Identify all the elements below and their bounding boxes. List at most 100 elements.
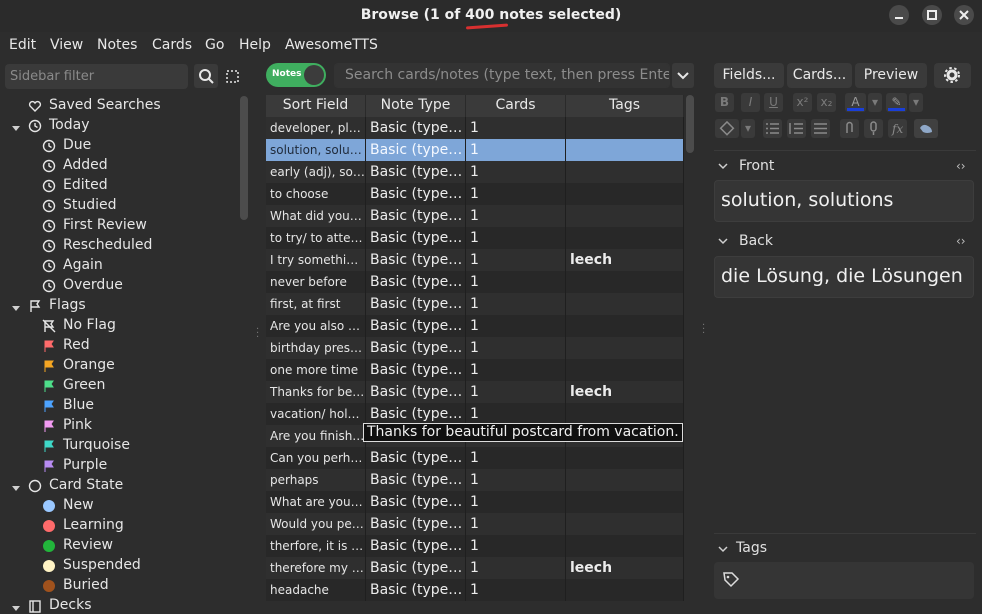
table-row[interactable]: I try something... Basic (type ... 1 leech (266, 249, 684, 271)
sidebar-item-card-state[interactable]: Card State (0, 476, 240, 496)
superscript-button[interactable]: x² (793, 93, 812, 112)
tags-editor[interactable] (714, 562, 974, 599)
column-cards[interactable]: Cards (466, 95, 566, 117)
highlight-dropdown[interactable]: ▾ (909, 93, 923, 112)
menu-edit[interactable]: Edit (9, 37, 36, 53)
editor-settings-button[interactable] (934, 63, 971, 88)
chevron-down-icon[interactable] (11, 481, 21, 491)
menu-cards[interactable]: Cards (152, 37, 192, 53)
sidebar-item-overdue[interactable]: Overdue (0, 276, 240, 296)
table-row[interactable]: first, at first Basic (type ... 1 (266, 293, 684, 315)
table-row[interactable]: never before Basic (type ... 1 (266, 271, 684, 293)
sidebar-item-rescheduled[interactable]: Rescheduled (0, 236, 240, 256)
table-row[interactable]: Would you per... Basic (type ... 1 (266, 513, 684, 535)
column-note-type[interactable]: Note Type (366, 95, 466, 117)
sidebar-item-green[interactable]: Green (0, 376, 240, 396)
chevron-down-icon[interactable] (718, 236, 728, 249)
code-icon[interactable]: ‹› (956, 159, 966, 173)
sidebar-item-edited[interactable]: Edited (0, 176, 240, 196)
record-audio-button[interactable] (864, 119, 883, 138)
sidebar-item-learning[interactable]: Learning (0, 516, 240, 536)
back-field-editor[interactable]: die Lösung, die Lösungen (714, 256, 974, 298)
table-row[interactable]: therefore my m... Basic (type ... 1 leech (266, 557, 684, 579)
sidebar-item-buried[interactable]: Buried (0, 576, 240, 596)
sidebar-select-tool-button[interactable] (223, 64, 243, 88)
sidebar-item-added[interactable]: Added (0, 156, 240, 176)
text-color-dropdown[interactable]: ▾ (868, 93, 882, 112)
sidebar-item-turquoise[interactable]: Turquoise (0, 436, 240, 456)
chevron-down-icon[interactable] (11, 121, 21, 131)
chevron-down-icon[interactable] (718, 161, 728, 174)
menu-notes[interactable]: Notes (97, 37, 137, 53)
sidebar-item-red[interactable]: Red (0, 336, 240, 356)
table-row[interactable]: one more time Basic (type ... 1 (266, 359, 684, 381)
splitter-handle-left[interactable]: · · · (256, 325, 260, 343)
italic-button[interactable]: I (741, 93, 760, 112)
bullet-list-button[interactable] (763, 119, 782, 138)
table-row[interactable]: therfore, it is pr... Basic (type ... 1 (266, 535, 684, 557)
fields-button[interactable]: Fields... (714, 63, 784, 88)
sidebar-item-suspended[interactable]: Suspended (0, 556, 240, 576)
chevron-down-icon[interactable] (718, 544, 728, 557)
code-icon[interactable]: ‹› (956, 234, 966, 248)
notes-cards-toggle[interactable]: Notes (266, 63, 326, 87)
sidebar-filter-input[interactable]: Sidebar filter (5, 64, 188, 89)
sidebar-item-no-flag[interactable]: No Flag (0, 316, 240, 336)
math-button[interactable]: fx (888, 119, 907, 138)
sidebar-item-saved-searches[interactable]: Saved Searches (0, 96, 240, 116)
table-row[interactable]: solution, soluti... Basic (type ... 1 (266, 139, 684, 161)
column-tags[interactable]: Tags (566, 95, 684, 117)
search-history-dropdown[interactable] (672, 63, 694, 88)
table-row[interactable]: perhaps Basic (type ... 1 (266, 469, 684, 491)
sidebar-item-decks[interactable]: Decks (0, 596, 240, 614)
splitter-handle-right[interactable]: · · · (702, 321, 706, 339)
sidebar-item-orange[interactable]: Orange (0, 356, 240, 376)
sidebar-item-flags[interactable]: Flags (0, 296, 240, 316)
sidebar-item-studied[interactable]: Studied (0, 196, 240, 216)
search-input[interactable]: Search cards/notes (type text, then pres… (334, 63, 670, 88)
table-row[interactable]: What are you ... Basic (type ... 1 (266, 491, 684, 513)
front-field-editor[interactable]: solution, solutions (714, 180, 974, 222)
bold-button[interactable]: B (715, 93, 734, 112)
menu-help[interactable]: Help (239, 37, 271, 53)
sidebar-item-due[interactable]: Due (0, 136, 240, 156)
sidebar-scrollbar[interactable] (240, 96, 248, 220)
sidebar-item-again[interactable]: Again (0, 256, 240, 276)
table-row[interactable]: Thanks for bea... Basic (type ... 1 leech (266, 381, 684, 403)
menu-awesometts[interactable]: AwesomeTTS (285, 37, 378, 53)
align-button[interactable] (811, 119, 830, 138)
table-row[interactable]: What did you c... Basic (type ... 1 (266, 205, 684, 227)
numbered-list-button[interactable] (787, 119, 806, 138)
menu-view[interactable]: View (50, 37, 83, 53)
table-row[interactable]: Are you also g... Basic (type ... 1 (266, 315, 684, 337)
menu-go[interactable]: Go (205, 37, 224, 53)
chevron-down-icon[interactable] (11, 601, 21, 611)
sidebar-item-blue[interactable]: Blue (0, 396, 240, 416)
cards-button[interactable]: Cards... (787, 63, 852, 88)
chevron-down-icon[interactable] (11, 301, 21, 311)
table-row[interactable]: to try/ to attem... Basic (type ... 1 (266, 227, 684, 249)
sidebar-item-review[interactable]: Review (0, 536, 240, 556)
sidebar-item-new[interactable]: New (0, 496, 240, 516)
sidebar-item-today[interactable]: Today (0, 116, 240, 136)
table-row[interactable]: Can you perha... Basic (type ... 1 (266, 447, 684, 469)
table-row[interactable]: developer, plur... Basic (type ... 1 (266, 117, 684, 139)
table-row[interactable]: early (adj), soo... Basic (type ... 1 (266, 161, 684, 183)
sidebar-item-purple[interactable]: Purple (0, 456, 240, 476)
eraser-dropdown[interactable]: ▾ (741, 119, 755, 138)
underline-button[interactable]: U (764, 93, 783, 112)
table-row[interactable]: to choose Basic (type ... 1 (266, 183, 684, 205)
close-icon[interactable] (954, 5, 974, 25)
table-scrollbar[interactable] (686, 95, 694, 153)
table-row[interactable]: birthday present Basic (type ... 1 (266, 337, 684, 359)
eraser-button[interactable] (715, 119, 739, 138)
awesometts-button[interactable] (914, 119, 938, 138)
sidebar-item-pink[interactable]: Pink (0, 416, 240, 436)
subscript-button[interactable]: x₂ (817, 93, 836, 112)
table-row[interactable]: vacation/ holday Basic (type ... 1 (266, 403, 684, 425)
column-sort-field[interactable]: Sort Field (266, 95, 366, 117)
table-row[interactable]: headache Basic (type ... 1 (266, 579, 684, 601)
sidebar-search-button[interactable] (194, 64, 218, 88)
text-color-button[interactable]: A (845, 93, 866, 112)
maximize-icon[interactable] (922, 5, 942, 25)
